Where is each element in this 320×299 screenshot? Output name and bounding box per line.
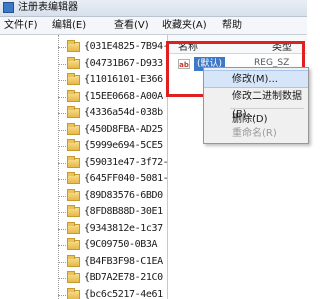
tree-item-label: {8FD8B88D-30E1 [84,206,163,217]
tree-item-label: {bc6c5217-4e61 [84,288,163,299]
folder-icon [67,254,80,267]
folder-icon [67,155,80,168]
tree-item-label: {645FF040-5081- [84,173,168,184]
tree-branch-line [58,228,66,230]
tree-item-label: {89D83576-6BD0 [84,189,163,201]
regedit-icon [3,2,14,13]
tree-item-label: {11016101-E366 [84,74,163,85]
menu-edit[interactable]: 编辑(E) [52,20,86,31]
menu-help[interactable]: 帮助 [222,20,242,31]
tree-item[interactable]: {031E4825-7B94- [58,39,168,56]
tree-item[interactable]: {11016101-E366 [58,72,167,89]
folder-icon [67,40,80,52]
folder-icon [67,56,80,69]
tree-item-label: {9C09750-0B3A [84,239,158,250]
folder-icon [67,89,80,102]
folder-icon [67,188,80,201]
tree-item-label: {59031e47-3f72- [84,156,168,168]
context-separator [230,108,304,109]
column-type-header[interactable]: 类型 [272,38,292,53]
folder-icon [67,287,80,299]
folder-icon [67,73,80,85]
context-menu: 修改(M)... 修改二进制数据(B)... 删除(D) 重命名(R) [203,67,309,144]
folder-icon [67,172,80,184]
tree-item-label: {450D8FBA-AD25 [84,123,163,135]
menu-file[interactable]: 文件(F) [4,20,38,31]
tree-branch-line [58,261,66,263]
tree-branch-line [58,63,66,65]
folder-icon [67,221,80,234]
tree-branch-line [58,294,66,296]
context-rename: 重命名(R) [204,125,308,143]
column-header: 名称 类型 [168,35,307,54]
tree-branch-line [58,129,66,131]
tree-item[interactable]: {5999e694-5CE5 [58,138,167,155]
tree-item-label: {04731B67-D933 [84,57,163,69]
tree-item[interactable]: {BD7A2E78-21C0 [58,270,167,287]
tree-item-label: {BD7A2E78-21C0 [84,272,163,283]
menu-bar: 文件(F) 编辑(E) 查看(V) 收藏夹(A) 帮助 [0,17,307,35]
tree-item[interactable]: {15EE0668-A00A [58,89,167,106]
context-rename-label: 重命名(R) [232,128,277,139]
tree-branch-line [58,245,66,246]
tree-branch-line [58,47,66,48]
tree-item[interactable]: {B4FB3F98-C1EA [58,254,167,271]
tree-item[interactable]: {9C09750-0B3A [58,237,167,254]
folder-icon [67,238,80,250]
tree-item[interactable]: {450D8FBA-AD25 [58,122,167,139]
tree-item[interactable]: {8FD8B88D-30E1 [58,204,167,221]
registry-tree[interactable]: {031E4825-7B94- {04731B67-D933 {11016101-E… [0,35,168,299]
tree-branch-line [58,195,66,197]
tree-item-label: {15EE0668-A00A [84,90,163,102]
tree-item[interactable]: {89D83576-6BD0 [58,188,167,205]
folder-icon [67,139,80,151]
folder-icon [67,122,80,135]
string-value-icon: ab [178,59,190,69]
tree-item[interactable]: {645FF040-5081- [58,171,168,188]
tree-item[interactable]: {04731B67-D933 [58,56,167,73]
tree-item-label: {031E4825-7B94- [84,41,168,52]
tree-branch-line [58,179,66,180]
tree-branch-line [58,96,66,98]
menu-view[interactable]: 查看(V) [114,20,149,31]
tree-branch-line [58,162,66,164]
context-modify-label: 修改(M)... [232,74,278,85]
tree-branch-line [58,278,66,279]
window-title: 注册表编辑器 [18,2,78,13]
tree-item-label: {B4FB3F98-C1EA [84,255,163,267]
tree-item-label: {9343812e-1c37 [84,222,163,234]
folder-icon [67,106,80,118]
tree-branch-line [58,80,66,81]
column-name-header[interactable]: 名称 [178,38,198,53]
tree-item-label: {4336a54d-038b [84,107,163,118]
tree-branch-line [58,113,66,114]
menu-favorites[interactable]: 收藏夹(A) [162,20,207,31]
tree-item-label: {5999e694-5CE5 [84,140,163,151]
tree-item[interactable]: {59031e47-3f72- [58,155,168,172]
tree-item[interactable]: {9343812e-1c37 [58,221,167,238]
tree-item[interactable]: {4336a54d-038b [58,105,167,122]
folder-icon [67,205,80,217]
folder-icon [67,271,80,283]
title-bar: 注册表编辑器 [0,0,307,17]
context-modify[interactable]: 修改(M)... [204,70,308,88]
context-modify-binary[interactable]: 修改二进制数据(B)... [204,88,308,120]
tree-branch-line [58,212,66,213]
tree-item[interactable]: {bc6c5217-4e61 [58,287,167,299]
tree-branch-line [58,146,66,147]
